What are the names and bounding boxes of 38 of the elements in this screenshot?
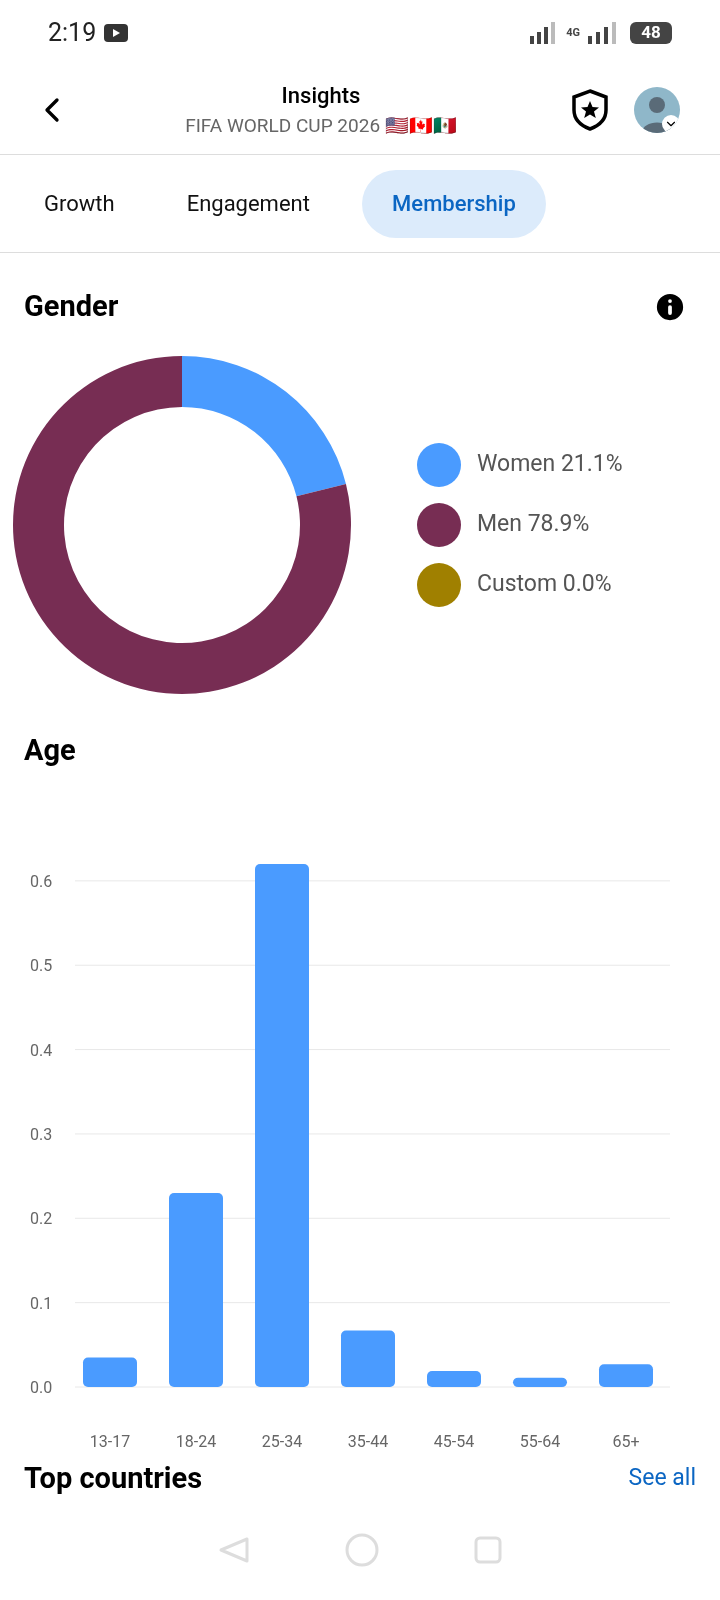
shield-star-icon[interactable]: [570, 87, 610, 132]
avatar[interactable]: [634, 86, 680, 133]
tab[interactable]: Engagement: [166, 169, 330, 238]
y-tick-label: 0.6: [30, 871, 53, 891]
page-title: Insights: [281, 81, 361, 110]
legend-label: Custom 0.0%: [477, 569, 612, 600]
video-app-icon: [104, 23, 129, 42]
tab[interactable]: Growth: [24, 169, 135, 238]
bar: [83, 1357, 137, 1387]
section-title: Age: [24, 732, 76, 767]
y-tick-label: 0.0: [30, 1377, 53, 1397]
x-tick-label: 18-24: [175, 1431, 217, 1451]
see-all-link[interactable]: See all: [628, 1461, 696, 1496]
bar: [427, 1370, 481, 1387]
x-tick-label: 13-17: [89, 1431, 131, 1451]
battery-indicator: 48: [630, 21, 672, 44]
bar: [513, 1377, 567, 1387]
y-tick-label: 0.2: [30, 1208, 53, 1228]
y-tick-label: 0.5: [30, 955, 53, 975]
legend-label: Women 21.1%: [477, 449, 623, 480]
bar: [599, 1363, 653, 1387]
section-title: Gender: [24, 288, 119, 325]
signal-icon: [588, 21, 618, 44]
x-tick-label: 35-44: [347, 1431, 389, 1451]
x-tick-label: 25-34: [261, 1431, 303, 1451]
legend-label: Men 78.9%: [477, 509, 590, 540]
x-tick-label: 55-64: [519, 1431, 561, 1451]
bar: [341, 1330, 395, 1387]
tab[interactable]: Membership: [361, 169, 546, 238]
network-label: 4G: [566, 27, 580, 38]
y-tick-label: 0.4: [30, 1040, 53, 1060]
x-tick-label: 45-54: [433, 1431, 475, 1451]
x-tick-label: 65+: [612, 1431, 640, 1451]
y-tick-label: 0.1: [30, 1293, 53, 1313]
status-time: 2:19: [48, 16, 97, 49]
section-title: Top countries: [24, 1459, 203, 1497]
page-subtitle: FIFA WORLD CUP 2026 🇺🇸🇨🇦🇲🇽: [185, 112, 457, 139]
y-tick-label: 0.3: [30, 1124, 53, 1144]
